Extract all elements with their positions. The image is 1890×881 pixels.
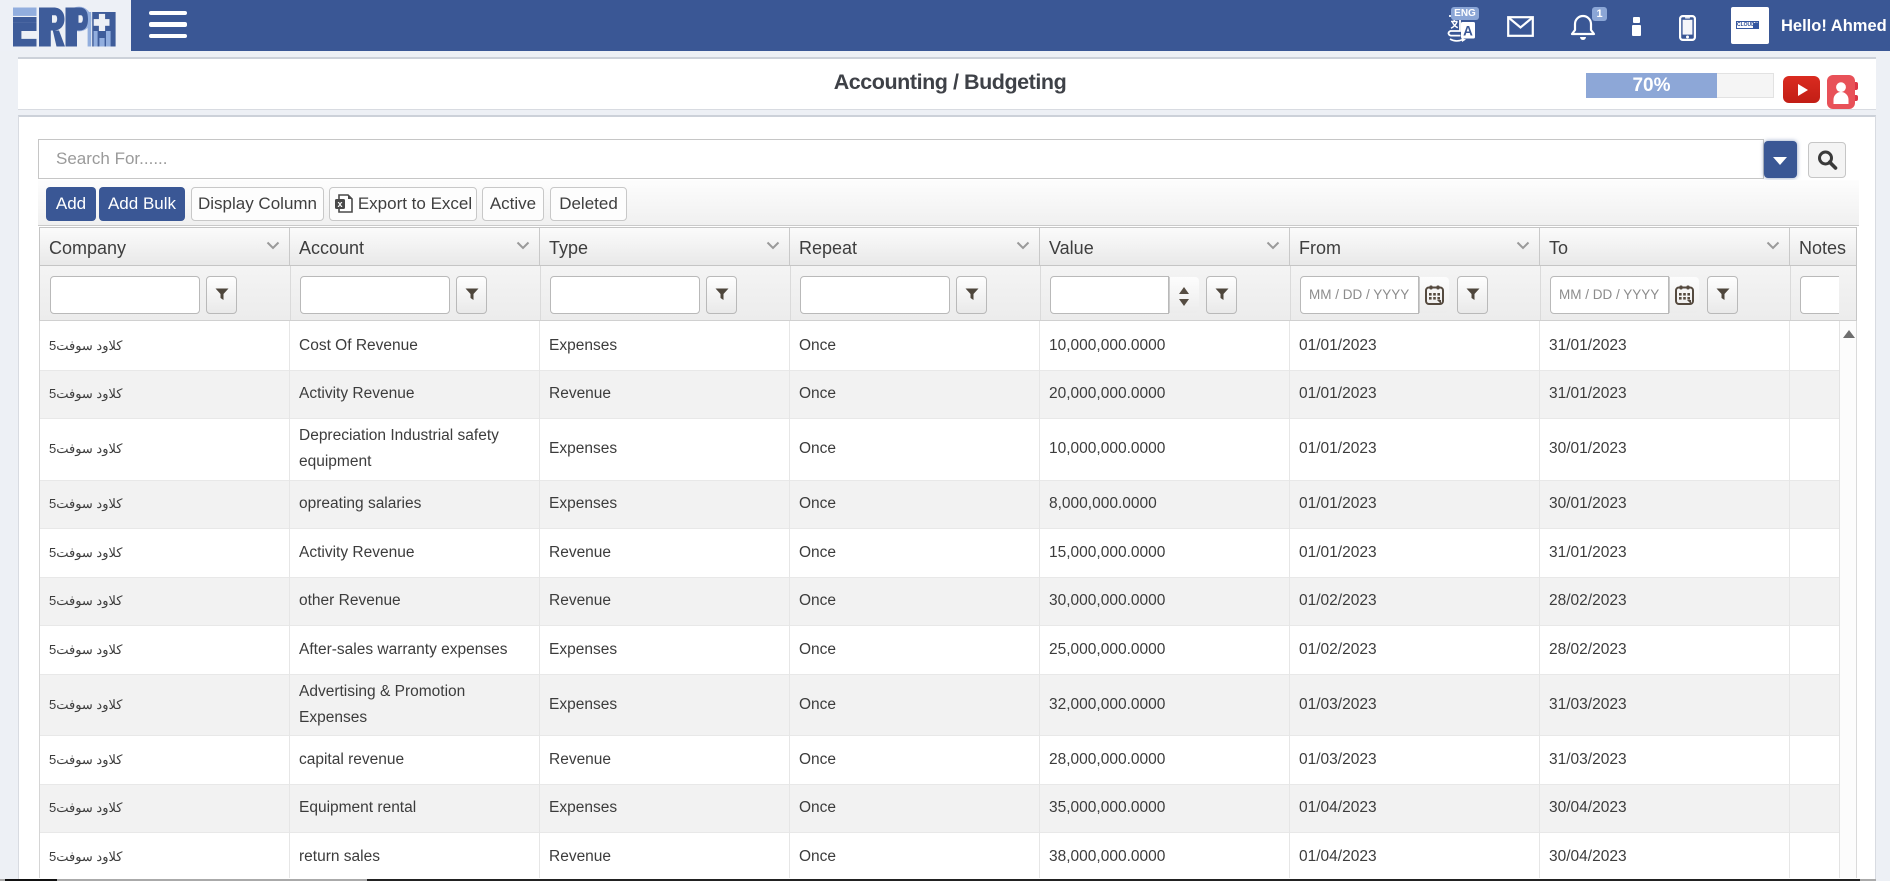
svg-text:A: A [1463, 24, 1473, 39]
svg-text:x: x [337, 199, 342, 209]
